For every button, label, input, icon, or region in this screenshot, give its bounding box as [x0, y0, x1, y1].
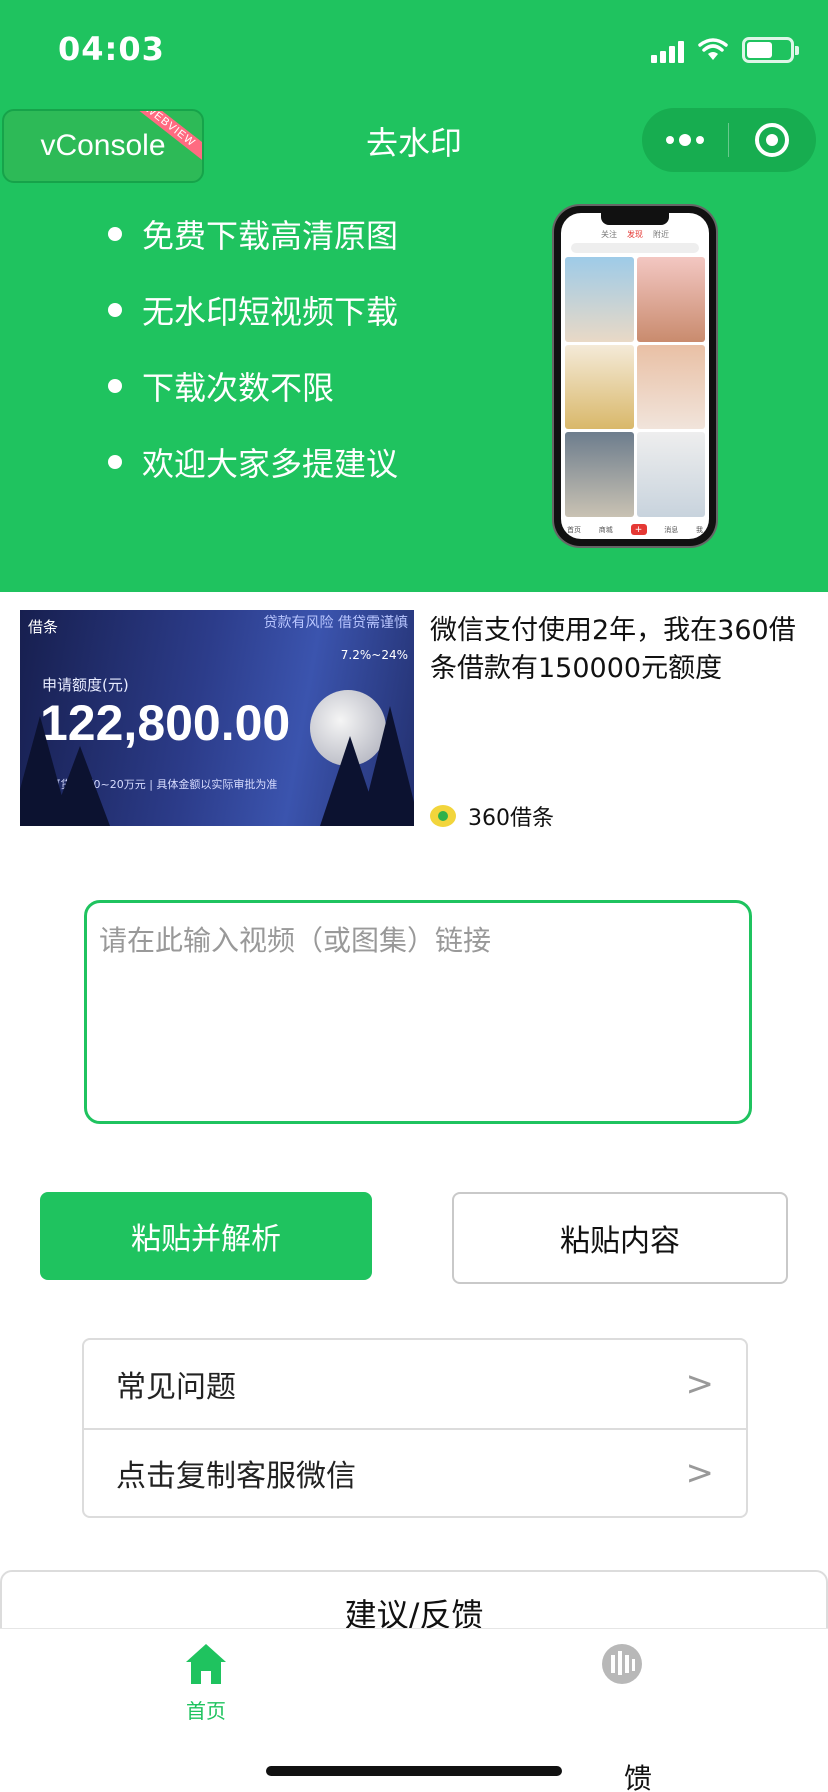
bullet-icon: [108, 455, 122, 469]
ad-rate: 7.2%~24%: [340, 648, 408, 662]
brand-logo-icon: [430, 805, 456, 827]
copy-service-wechat-menu-item[interactable]: 点击复制客服微信 >: [84, 1428, 746, 1516]
ad-logo: 借条: [28, 618, 59, 636]
more-menu-icon[interactable]: [642, 108, 728, 172]
ad-fineprint: [234, 630, 404, 648]
bullet-icon: [108, 379, 122, 393]
faq-menu-item[interactable]: 常见问题 >: [84, 1340, 746, 1428]
video-link-input[interactable]: [84, 900, 752, 1124]
help-menu: 常见问题 > 点击复制客服微信 >: [82, 1338, 748, 1518]
tab-overlay-label: 馈: [624, 1762, 653, 1792]
paste-content-button[interactable]: 粘贴内容: [452, 1192, 788, 1284]
ad-image: 借条 贷款有风险 借贷需谨慎 7.2%~24% 申请额度(元) 122,800.…: [20, 610, 414, 826]
ad-brand: 360借条: [430, 800, 554, 832]
ad-amount-label: 申请额度(元): [42, 676, 129, 694]
home-icon: [186, 1644, 226, 1684]
feature-item: 免费下载高清原图: [108, 196, 398, 272]
ad-amount: 122,800.00: [40, 695, 291, 751]
phone-mockup-nav: 首页 商城 + 消息 我: [567, 524, 703, 535]
phone-mockup-tabs: 关注 发现 附近: [601, 230, 669, 239]
phone-mockup-image: 关注 发现 附近 首页 商城 + 消息 我: [554, 206, 716, 546]
tree-graphic: [360, 706, 414, 826]
hero-banner: 04:03 vConsole WEBVIEW 去水印 免费下载高清原图 无水印短…: [0, 0, 828, 592]
miniprogram-capsule: [642, 108, 816, 172]
battery-fill: [747, 42, 773, 58]
ad-brand-name: 360借条: [468, 806, 554, 831]
ad-risk-text: 贷款有风险 借贷需谨慎: [263, 615, 408, 631]
equalizer-icon: [602, 1644, 642, 1684]
feature-item: 下载次数不限: [108, 348, 398, 424]
menu-item-label: 常见问题: [116, 1370, 236, 1405]
feature-list: 免费下载高清原图 无水印短视频下载 下载次数不限 欢迎大家多提建议: [108, 196, 398, 500]
status-bar: 04:03: [0, 0, 828, 100]
paste-and-parse-button[interactable]: 粘贴并解析: [40, 1192, 372, 1280]
menu-item-label: 点击复制客服微信: [116, 1459, 356, 1494]
tree-graphic: [50, 746, 110, 826]
bullet-icon: [108, 227, 122, 241]
feature-item: 无水印短视频下载: [108, 272, 398, 348]
wifi-icon: [698, 38, 728, 62]
battery-icon: [742, 37, 799, 63]
chevron-right-icon: >: [685, 1453, 715, 1493]
close-miniprogram-icon[interactable]: [729, 108, 815, 172]
feature-item: 欢迎大家多提建议: [108, 424, 398, 500]
cellular-signal-icon: [651, 37, 684, 63]
tab-home[interactable]: 首页: [106, 1629, 306, 1749]
tab-feedback[interactable]: [522, 1629, 722, 1749]
ad-title[interactable]: 微信支付使用2年，我在360借条借款有150000元额度: [430, 612, 810, 688]
tab-home-label: 首页: [186, 1699, 226, 1723]
ad-card[interactable]: 借条 贷款有风险 借贷需谨慎 7.2%~24% 申请额度(元) 122,800.…: [0, 592, 828, 842]
status-time: 04:03: [58, 30, 165, 68]
status-icons: [651, 34, 799, 66]
chevron-right-icon: >: [685, 1364, 715, 1404]
home-indicator: [266, 1766, 562, 1776]
bullet-icon: [108, 303, 122, 317]
